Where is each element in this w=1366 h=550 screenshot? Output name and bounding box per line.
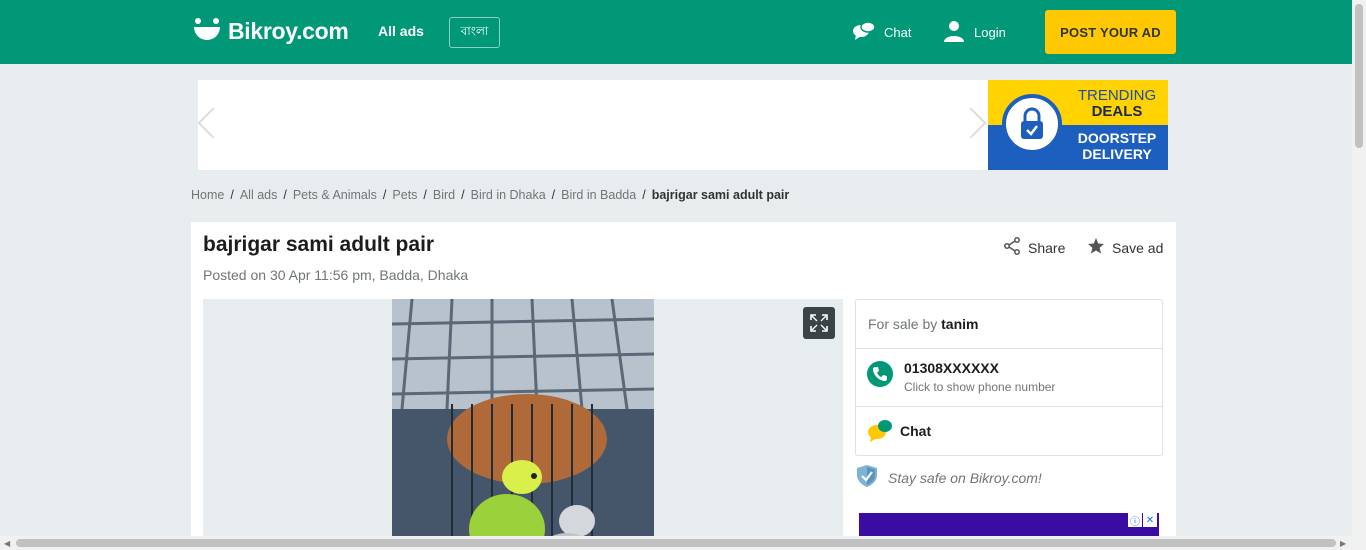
phone-icon [867,361,893,387]
for-sale-by-label: For sale by [868,316,938,332]
top-header: Bikroy.com All ads বাংলা Chat Login POST… [0,0,1352,64]
breadcrumb-separator: / [382,188,387,202]
smiley-logo-icon [192,16,222,46]
banner-next-icon[interactable] [955,107,987,139]
ad-detail-card: bajrigar sami adult pair Posted on 30 Ap… [191,222,1176,550]
breadcrumb-separator: / [551,188,556,202]
seller-contact-box: For sale by tanim 01308XXXXXX Click to s… [855,299,1163,456]
scroll-left-icon[interactable]: ◀ [4,539,10,548]
header-chat-label: Chat [884,25,912,40]
share-button[interactable]: Share [1003,237,1065,258]
breadcrumb: Home / All ads / Pets & Animals / Pets / Bir… [191,188,789,202]
breadcrumb-pets[interactable]: Pets [392,188,417,202]
header-login-label: Login [974,25,1006,40]
header-login-link[interactable]: Login [943,20,1006,45]
breadcrumb-separator: / [642,188,646,202]
promo-banner: TRENDING DEALS DOORSTEP DELIVERY [197,80,1168,170]
vertical-scrollbar[interactable] [1352,0,1366,536]
ad-posted-meta: Posted on 30 Apr 11:56 pm, Badda, Dhaka [203,267,469,283]
close-icon[interactable]: ✕ [1143,513,1157,527]
seller-name[interactable]: tanim [941,316,978,332]
stay-safe-label: Stay safe on Bikroy.com! [888,469,1042,486]
phone-number: 01308XXXXXX [904,360,999,376]
ad-choices[interactable]: ⓘ ✕ [1128,513,1157,528]
phone-hint: Click to show phone number [904,380,1056,394]
stay-safe-link[interactable]: Stay safe on Bikroy.com! [856,464,1042,491]
ad-title: bajrigar sami adult pair [203,233,435,256]
breadcrumb-separator: / [283,188,287,202]
promo-line-1: TRENDING [1077,87,1157,104]
scroll-right-icon[interactable]: ▶ [1340,539,1346,548]
breadcrumb-all-ads[interactable]: All ads [240,188,278,202]
info-icon[interactable]: ⓘ [1128,513,1142,528]
post-your-ad-button[interactable]: POST YOUR AD [1045,10,1176,54]
fullscreen-expand-icon[interactable] [803,307,835,339]
breadcrumb-separator: / [230,188,234,202]
chat-bubbles-icon [852,21,876,44]
user-icon [943,20,965,45]
horizontal-scrollbar[interactable]: ◀ ▶ [0,536,1366,550]
breadcrumb-separator: / [461,188,465,202]
show-phone-button[interactable]: 01308XXXXXX Click to show phone number [856,349,1162,407]
ad-photo[interactable] [392,299,654,550]
breadcrumb-current: bajrigar sami adult pair [651,188,790,202]
star-icon [1087,237,1105,258]
breadcrumb-bird-in-dhaka[interactable]: Bird in Dhaka [471,188,546,202]
horizontal-scrollbar-thumb[interactable] [16,539,1336,547]
seller-info: For sale by tanim [856,300,1162,349]
save-ad-button[interactable]: Save ad [1087,237,1163,258]
breadcrumb-bird-in-badda[interactable]: Bird in Badda [561,188,636,202]
language-toggle-button[interactable]: বাংলা [449,17,500,48]
trending-deals-ad[interactable]: TRENDING DEALS DOORSTEP DELIVERY [988,80,1168,170]
save-ad-label: Save ad [1112,239,1164,256]
logo-text: Bikroy.com [228,17,349,44]
all-ads-link[interactable]: All ads [378,23,424,39]
breadcrumb-home[interactable]: Home [191,188,224,202]
header-chat-link[interactable]: Chat [852,21,911,44]
image-gallery[interactable] [203,299,843,550]
chat-with-seller-button[interactable]: Chat [856,407,1162,455]
banner-prev-icon[interactable] [197,107,229,139]
share-label: Share [1028,239,1066,256]
chat-label: Chat [900,423,932,439]
share-icon [1003,237,1021,258]
chat-bubbles-icon [867,419,893,448]
promo-line-4: DELIVERY [1082,146,1152,162]
breadcrumb-bird[interactable]: Bird [433,188,455,202]
promo-line-3: DOORSTEP [1077,130,1157,146]
vertical-scrollbar-thumb[interactable] [1355,4,1363,148]
breadcrumb-separator: / [423,188,427,202]
lock-icon [1002,94,1062,154]
promo-line-2: DEALS [1091,103,1143,120]
bikroy-logo[interactable]: Bikroy.com [192,16,349,46]
shield-check-icon [856,464,878,491]
breadcrumb-pets-animals[interactable]: Pets & Animals [293,188,377,202]
